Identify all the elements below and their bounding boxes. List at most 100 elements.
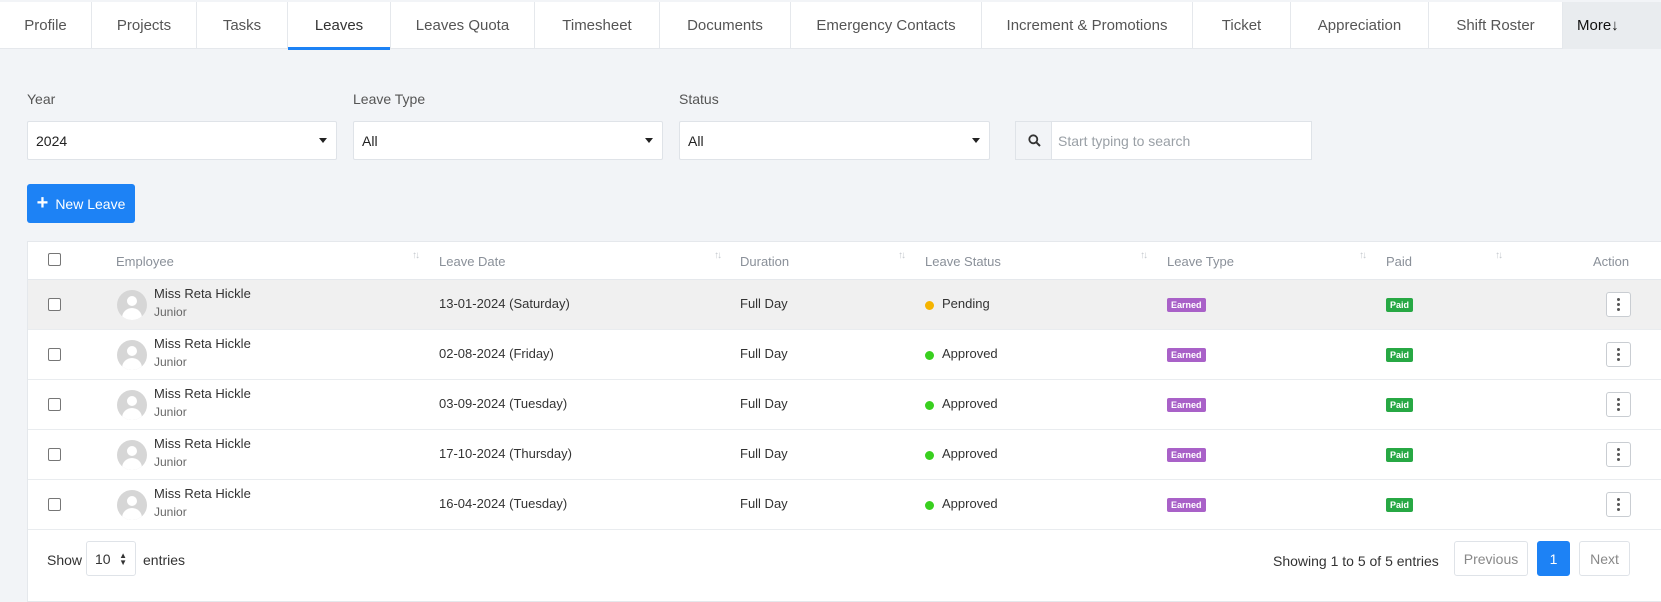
status-dot-icon <box>925 351 934 360</box>
status-label: Status <box>679 91 719 107</box>
chevron-down-icon <box>645 138 653 143</box>
col-leave-date[interactable]: Leave Date <box>439 254 506 269</box>
leave-type-select[interactable]: All <box>353 121 663 160</box>
page-length-select[interactable]: 10 ▲ ▼ <box>86 541 136 576</box>
leave-duration: Full Day <box>740 346 788 361</box>
leave-duration: Full Day <box>740 396 788 411</box>
tab-appreciation[interactable]: Appreciation <box>1291 2 1429 49</box>
table-row: Miss Reta Hickle Junior 17-10-2024 (Thur… <box>28 430 1661 480</box>
leave-date: 16-04-2024 (Tuesday) <box>439 496 568 511</box>
employee-designation: Junior <box>154 305 187 319</box>
status-dot-icon <box>925 451 934 460</box>
table-row: Miss Reta Hickle Junior 13-01-2024 (Satu… <box>28 280 1661 330</box>
sort-icon[interactable]: ↑↓ <box>1495 250 1503 261</box>
employee-designation: Junior <box>154 355 187 369</box>
employee-designation: Junior <box>154 455 187 469</box>
tab-more[interactable]: More↓ <box>1563 2 1661 49</box>
leave-duration: Full Day <box>740 496 788 511</box>
tab-shift-roster[interactable]: Shift Roster <box>1429 2 1563 49</box>
row-actions-button[interactable] <box>1606 392 1631 417</box>
employee-name[interactable]: Miss Reta Hickle <box>154 386 251 401</box>
paid-badge: Paid <box>1386 398 1414 412</box>
tab-tasks[interactable]: Tasks <box>197 2 288 49</box>
tab-increment-promotions[interactable]: Increment & Promotions <box>982 2 1193 49</box>
tab-leaves[interactable]: Leaves <box>288 2 391 50</box>
tab-projects[interactable]: Projects <box>92 2 197 49</box>
tab-documents[interactable]: Documents <box>660 2 791 49</box>
col-leave-type[interactable]: Leave Type <box>1167 254 1234 269</box>
row-actions-button[interactable] <box>1606 492 1631 517</box>
chevron-down-icon <box>972 138 980 143</box>
year-select[interactable]: 2024 <box>27 121 337 160</box>
status-value: All <box>688 132 704 149</box>
select-all-checkbox[interactable] <box>48 253 61 266</box>
sort-icon[interactable]: ↑↓ <box>1359 250 1367 261</box>
paid-badge: Paid <box>1386 498 1414 512</box>
col-duration[interactable]: Duration <box>740 254 789 269</box>
previous-page-button[interactable]: Previous <box>1454 541 1528 576</box>
table-header: Employee ↑↓ Leave Date ↑↓ Duration ↑↓ Le… <box>28 242 1661 280</box>
col-paid[interactable]: Paid <box>1386 254 1412 269</box>
row-checkbox[interactable] <box>48 348 61 361</box>
table-row: Miss Reta Hickle Junior 02-08-2024 (Frid… <box>28 330 1661 380</box>
row-checkbox[interactable] <box>48 498 61 511</box>
leave-status: Approved <box>942 496 998 511</box>
new-leave-label: New Leave <box>55 195 126 212</box>
sort-icon[interactable]: ↑↓ <box>714 250 722 261</box>
sort-icon[interactable]: ↑↓ <box>898 250 906 261</box>
employee-name[interactable]: Miss Reta Hickle <box>154 286 251 301</box>
page-length-value: 10 <box>95 550 111 567</box>
leave-status: Approved <box>942 446 998 461</box>
search-icon <box>1027 134 1041 147</box>
updown-icon: ▲ ▼ <box>119 551 127 567</box>
leave-date: 17-10-2024 (Thursday) <box>439 446 572 461</box>
row-actions-button[interactable] <box>1606 342 1631 367</box>
leave-type-badge: Earned <box>1167 398 1206 412</box>
row-actions-button[interactable] <box>1606 442 1631 467</box>
leave-type-badge: Earned <box>1167 498 1206 512</box>
leave-type-badge: Earned <box>1167 448 1206 462</box>
leave-status: Approved <box>942 346 998 361</box>
table-info: Showing 1 to 5 of 5 entries <box>1273 553 1439 569</box>
row-checkbox[interactable] <box>48 398 61 411</box>
avatar <box>117 390 147 420</box>
row-checkbox[interactable] <box>48 448 61 461</box>
avatar <box>117 340 147 370</box>
leave-type-value: All <box>362 132 378 149</box>
employee-name[interactable]: Miss Reta Hickle <box>154 436 251 451</box>
leave-status: Approved <box>942 396 998 411</box>
employee-designation: Junior <box>154 505 187 519</box>
avatar <box>117 290 147 320</box>
leave-date: 13-01-2024 (Saturday) <box>439 296 570 311</box>
row-actions-button[interactable] <box>1606 292 1631 317</box>
row-checkbox[interactable] <box>48 298 61 311</box>
tab-emergency-contacts[interactable]: Emergency Contacts <box>791 2 982 49</box>
status-select[interactable]: All <box>679 121 990 160</box>
leave-duration: Full Day <box>740 296 788 311</box>
show-label: Show <box>47 552 83 568</box>
tab-timesheet[interactable]: Timesheet <box>535 2 660 49</box>
sort-icon[interactable]: ↑↓ <box>412 250 420 261</box>
table-row: Miss Reta Hickle Junior 03-09-2024 (Tues… <box>28 380 1661 430</box>
year-label: Year <box>27 91 56 107</box>
col-employee[interactable]: Employee <box>116 254 174 269</box>
tab-ticket[interactable]: Ticket <box>1193 2 1291 49</box>
employee-name[interactable]: Miss Reta Hickle <box>154 336 251 351</box>
search-input[interactable] <box>1051 121 1312 160</box>
plus-icon: + <box>36 191 49 214</box>
col-leave-status[interactable]: Leave Status <box>925 254 1001 269</box>
sort-icon[interactable]: ↑↓ <box>1140 250 1148 261</box>
leave-type-label: Leave Type <box>353 91 426 107</box>
avatar <box>117 490 147 520</box>
new-leave-button[interactable]: + New Leave <box>27 184 135 223</box>
employee-designation: Junior <box>154 405 187 419</box>
leave-date: 02-08-2024 (Friday) <box>439 346 554 361</box>
page-1-button[interactable]: 1 <box>1537 541 1570 576</box>
leaves-table: Employee ↑↓ Leave Date ↑↓ Duration ↑↓ Le… <box>27 241 1661 602</box>
tab-profile[interactable]: Profile <box>0 2 92 49</box>
next-page-button[interactable]: Next <box>1579 541 1630 576</box>
status-dot-icon <box>925 301 934 310</box>
tab-leaves-quota[interactable]: Leaves Quota <box>391 2 535 49</box>
employee-name[interactable]: Miss Reta Hickle <box>154 486 251 501</box>
paid-badge: Paid <box>1386 348 1414 362</box>
